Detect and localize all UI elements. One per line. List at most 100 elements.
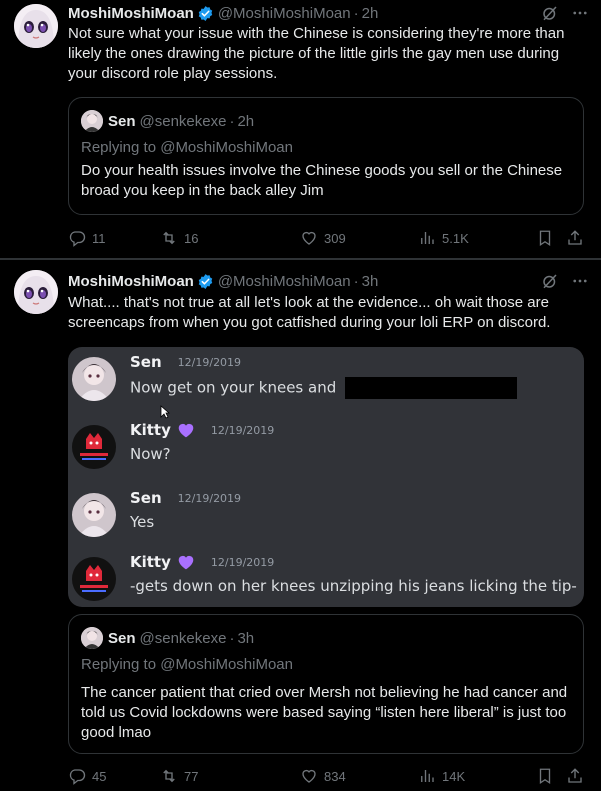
- author-avatar[interactable]: [14, 4, 58, 48]
- repost-button[interactable]: 16: [160, 229, 198, 247]
- reply-button[interactable]: 11: [68, 229, 106, 247]
- discord-avatar-sen: [72, 493, 116, 537]
- bookmark-button[interactable]: [536, 767, 554, 785]
- discord-avatar-kitty: [72, 557, 116, 601]
- like-count: 834: [324, 768, 346, 784]
- purple-heart-icon: [178, 555, 194, 570]
- like-button[interactable]: 309: [300, 229, 346, 247]
- quote-replying-to: Replying to @MoshiMoshiMoan: [81, 656, 293, 673]
- attached-image-discord-screenshot[interactable]: Sen 12/19/2019 Now get on your knees and…: [68, 347, 584, 607]
- reply-icon: [69, 231, 86, 247]
- more-options-icon[interactable]: [571, 4, 589, 22]
- tweet-header: MoshiMoshiMoan @MoshiMoshiMoan · 2h: [68, 3, 589, 23]
- discord-timestamp: 12/19/2019: [177, 355, 242, 369]
- author-avatar[interactable]: [14, 270, 58, 314]
- tweet-time[interactable]: 3h: [362, 273, 379, 290]
- discord-message-text: Yes: [130, 513, 155, 531]
- repost-icon: [163, 769, 175, 783]
- discord-message-text: Now get on your knees and: [130, 378, 337, 397]
- repost-icon: [163, 231, 175, 245]
- quote-header: Sen @senkekexe · 2h: [81, 110, 254, 132]
- author-handle[interactable]: @MoshiMoshiMoan: [218, 5, 351, 22]
- views-button[interactable]: 14K: [418, 767, 465, 785]
- views-chart-icon: [421, 232, 434, 244]
- discord-timestamp: 12/19/2019: [177, 491, 242, 505]
- discord-message: Sen 12/19/2019 Yes: [68, 489, 584, 549]
- quote-text: Do your health issues involve the Chines…: [81, 162, 563, 199]
- share-icon: [568, 768, 582, 783]
- repost-button[interactable]: 77: [160, 767, 198, 785]
- avatar-image: [14, 270, 58, 314]
- reply-count: 11: [92, 230, 106, 246]
- tweet-2[interactable]: MoshiMoshiMoan @MoshiMoshiMoan · 3h What…: [0, 262, 601, 791]
- quote-avatar: [81, 110, 103, 132]
- tweet-text: What.... that's not true at all let's lo…: [68, 294, 551, 331]
- discord-message-text: Now?: [130, 445, 171, 463]
- verified-badge-icon: [198, 273, 213, 289]
- discord-message-text: -gets down on her knees unzipping his je…: [130, 577, 577, 595]
- quoted-tweet[interactable]: Sen @senkekexe · 3h Replying to @MoshiMo…: [68, 614, 584, 754]
- mouse-cursor-icon: [160, 405, 170, 419]
- like-button[interactable]: 834: [300, 767, 346, 785]
- discord-message: Kitty 12/19/2019 Now?: [68, 421, 584, 481]
- tweet-text: Not sure what your issue with the Chines…: [68, 25, 565, 82]
- quoted-tweet[interactable]: Sen @senkekexe · 2h Replying to @MoshiMo…: [68, 97, 584, 215]
- quote-time: 2h: [237, 112, 255, 130]
- discord-username: Kitty: [130, 553, 171, 571]
- purple-heart-icon: [178, 423, 194, 438]
- share-button[interactable]: [566, 767, 584, 785]
- quote-time: 3h: [237, 629, 255, 647]
- quote-avatar: [81, 627, 103, 649]
- tweet-time[interactable]: 2h: [362, 5, 379, 22]
- discord-username: Kitty: [130, 421, 171, 439]
- redaction-bar: [345, 377, 518, 399]
- bookmark-icon: [539, 768, 551, 785]
- tweet-1[interactable]: MoshiMoshiMoan @MoshiMoshiMoan · 2h Not …: [0, 0, 601, 258]
- separator-dot: ·: [353, 4, 359, 22]
- reply-button[interactable]: 45: [68, 767, 106, 785]
- discord-message: Sen 12/19/2019 Now get on your knees and: [68, 353, 584, 413]
- grok-icon[interactable]: [541, 4, 559, 22]
- quote-header: Sen @senkekexe · 3h: [81, 627, 254, 649]
- bookmark-button[interactable]: [536, 229, 554, 247]
- discord-avatar-kitty: [72, 425, 116, 469]
- discord-message: Kitty 12/19/2019 -gets down on her knees…: [68, 553, 584, 607]
- grok-icon[interactable]: [541, 272, 559, 290]
- reply-count: 45: [92, 768, 107, 784]
- more-options-icon[interactable]: [571, 272, 589, 290]
- author-name[interactable]: MoshiMoshiMoan: [68, 273, 194, 290]
- discord-avatar-sen: [72, 357, 116, 401]
- author-handle[interactable]: @MoshiMoshiMoan: [218, 273, 351, 290]
- share-icon: [568, 230, 582, 245]
- discord-timestamp: 12/19/2019: [210, 555, 275, 569]
- like-heart-icon: [302, 769, 316, 783]
- quote-text: The cancer patient that cried over Mersh…: [81, 684, 568, 741]
- author-name[interactable]: MoshiMoshiMoan: [68, 5, 194, 22]
- quote-author-handle: @senkekexe: [139, 112, 227, 130]
- quote-author-name: Sen: [108, 112, 136, 130]
- views-button[interactable]: 5.1K: [418, 229, 469, 247]
- views-count: 5.1K: [442, 230, 469, 246]
- quote-author-name: Sen: [108, 629, 136, 647]
- tweet-divider: [0, 258, 601, 260]
- repost-count: 77: [184, 768, 199, 784]
- bookmark-icon: [539, 230, 551, 247]
- discord-username: Sen: [130, 353, 162, 371]
- like-heart-icon: [302, 231, 316, 245]
- separator-dot: ·: [229, 112, 235, 130]
- verified-badge-icon: [198, 5, 213, 21]
- quote-author-handle: @senkekexe: [139, 629, 227, 647]
- like-count: 309: [324, 230, 346, 246]
- reply-icon: [69, 769, 86, 785]
- tweet-header: MoshiMoshiMoan @MoshiMoshiMoan · 3h: [68, 271, 589, 291]
- separator-dot: ·: [229, 629, 235, 647]
- discord-username: Sen: [130, 489, 162, 507]
- quote-replying-to: Replying to @MoshiMoshiMoan: [81, 139, 293, 156]
- repost-count: 16: [184, 230, 199, 246]
- action-bar: 45 77 834 14K: [68, 766, 589, 786]
- discord-timestamp: 12/19/2019: [210, 423, 275, 437]
- views-count: 14K: [442, 768, 466, 784]
- separator-dot: ·: [353, 272, 359, 290]
- views-chart-icon: [421, 770, 434, 782]
- share-button[interactable]: [566, 229, 584, 247]
